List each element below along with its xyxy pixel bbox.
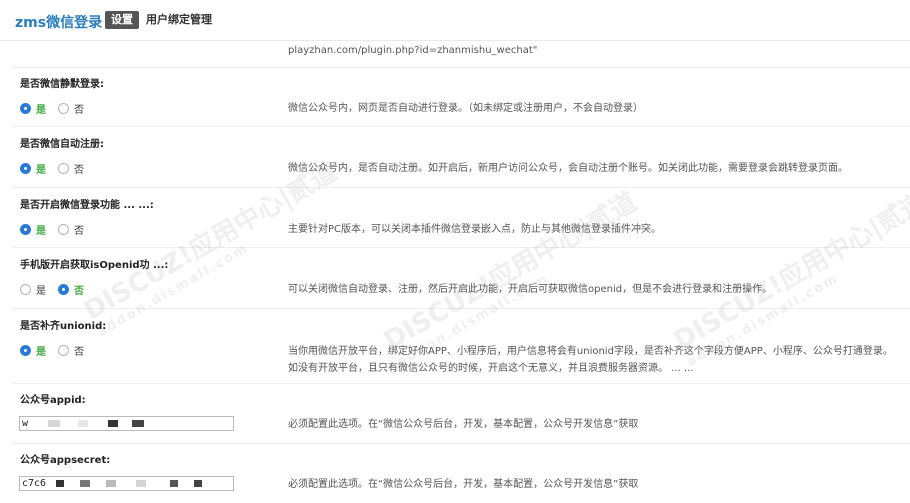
appid-input[interactable]: w <box>19 416 234 431</box>
option-yes-label: 是 <box>36 105 46 116</box>
option-no-label: 否 <box>74 226 84 237</box>
watermark-logo: DISCUZ!应用中心|贰道 addon.dismall.com <box>376 182 650 370</box>
callback-url: playzhan.com/plugin.php?id=zhanmishu_wec… <box>288 45 538 56</box>
option-no-label: 否 <box>74 347 84 358</box>
tab-user-binding[interactable]: 用户绑定管理 <box>140 11 218 29</box>
radio-group: 是 否 <box>20 161 96 176</box>
field-description: 必须配置此选项。在“微信公众号后台，开发，基本配置，公众号开发信息”获取 <box>288 419 639 430</box>
divider <box>12 187 910 188</box>
radio-no[interactable] <box>58 284 69 295</box>
radio-no[interactable] <box>58 103 69 114</box>
radio-yes[interactable] <box>20 103 31 114</box>
setting-description: 微信公众号内，网页是否自动进行登录。（如未绑定或注册用户，不会自动登录） <box>288 103 643 114</box>
setting-description: 主要针对PC版本，可以关闭本插件微信登录嵌入点，防止与其他微信登录插件冲突。 <box>288 224 662 235</box>
radio-group: 是 否 <box>20 282 96 297</box>
setting-description: 当你用微信开放平台，绑定好你APP、小程序后，用户信息将会有unionid字段，… <box>288 346 893 357</box>
radio-group: 是 否 <box>20 101 96 116</box>
redacted-block <box>194 479 203 487</box>
option-no-label: 否 <box>74 286 84 297</box>
divider <box>12 308 910 309</box>
setting-label: 手机版开启获取isOpenid功 ...: <box>20 260 169 271</box>
redacted-block <box>80 479 91 487</box>
redacted-block <box>136 479 147 487</box>
option-yes-label: 是 <box>36 226 46 237</box>
setting-label: 是否微信自动注册: <box>20 139 104 150</box>
option-yes-label: 是 <box>36 347 46 358</box>
option-no-label: 否 <box>74 105 84 116</box>
input-value: w <box>22 418 29 429</box>
divider <box>12 247 910 248</box>
setting-description: 可以关闭微信自动登录、注册，然后开启此功能，开启后可获取微信openid，但是不… <box>288 284 773 295</box>
field-description: 必须配置此选项。在“微信公众号后台，开发，基本配置，公众号开发信息”获取 <box>288 479 639 490</box>
radio-no[interactable] <box>58 224 69 235</box>
watermark-brand: DISCUZ!应用中心|贰道 <box>669 187 910 357</box>
field-label: 公众号appid: <box>20 395 86 406</box>
top-bar: zms微信登录 设置 用户绑定管理 <box>0 0 910 41</box>
watermark-brand: DISCUZ!应用中心|贰道 <box>379 187 643 357</box>
radio-no[interactable] <box>58 345 69 356</box>
divider <box>12 126 910 127</box>
radio-group: 是 否 <box>20 343 96 358</box>
option-yes-label: 是 <box>36 165 46 176</box>
redacted-block <box>56 479 65 487</box>
radio-yes[interactable] <box>20 345 31 356</box>
tab-settings[interactable]: 设置 <box>105 11 139 29</box>
setting-description: 微信公众号内，是否自动注册。如开启后，新用户访问公众号，会自动注册个账号。如关闭… <box>288 163 848 174</box>
watermark-logo: DISCUZ!应用中心|贰道 addon.dismall.com <box>76 152 350 340</box>
radio-yes[interactable] <box>20 224 31 235</box>
watermark-brand: DISCUZ!应用中心|贰道 <box>79 157 343 327</box>
redacted-block <box>108 419 119 427</box>
field-label: 公众号appsecret: <box>20 455 111 466</box>
radio-no[interactable] <box>58 163 69 174</box>
appsecret-input[interactable]: c7c6 <box>19 476 234 491</box>
option-yes-label: 是 <box>36 286 46 297</box>
redacted-block <box>48 419 61 427</box>
option-no-label: 否 <box>74 165 84 176</box>
redacted-block <box>106 479 117 487</box>
redacted-block <box>78 419 89 427</box>
radio-yes[interactable] <box>20 163 31 174</box>
divider <box>12 67 910 68</box>
radio-group: 是 否 <box>20 222 96 237</box>
plugin-title: zms微信登录 <box>15 15 103 31</box>
radio-yes[interactable] <box>20 284 31 295</box>
redacted-block <box>132 419 145 427</box>
setting-label: 是否开启微信登录功能 ... ...: <box>20 200 154 211</box>
divider <box>12 443 910 444</box>
redacted-block <box>170 479 179 487</box>
divider <box>12 383 910 384</box>
setting-label: 是否补齐unionid: <box>20 321 107 332</box>
input-value: c7c6 <box>22 478 47 489</box>
watermark-logo: DISCUZ!应用中心|贰道 addon.dismall.com <box>666 182 910 370</box>
setting-label: 是否微信静默登录: <box>20 79 104 90</box>
setting-description-2: 如没有开放平台，且只有微信公众号的时候，开启这个无意义，并且浪费服务器资源。 .… <box>288 363 694 374</box>
